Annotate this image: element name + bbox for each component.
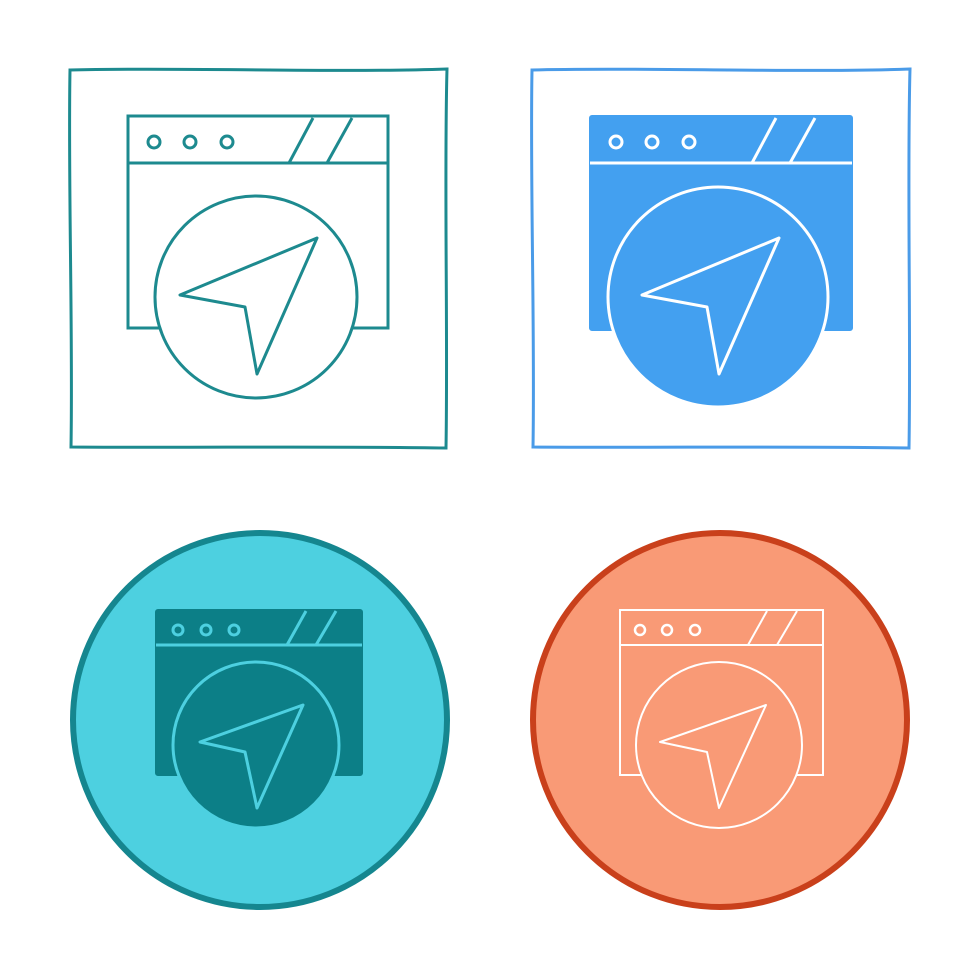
icon-tile-outline [0,0,490,490]
icon-tile-flat-orange [490,490,980,980]
browser-navigation-icon-flat-teal [70,530,450,910]
icon-set-grid [0,0,980,980]
browser-navigation-icon-flat-orange [530,530,910,910]
compass-circle [635,661,803,829]
icon-tile-flat-teal [0,490,490,980]
browser-navigation-icon-glyph [530,67,912,450]
browser-navigation-icon-outline [68,67,449,450]
icon-tile-glyph [490,0,980,490]
